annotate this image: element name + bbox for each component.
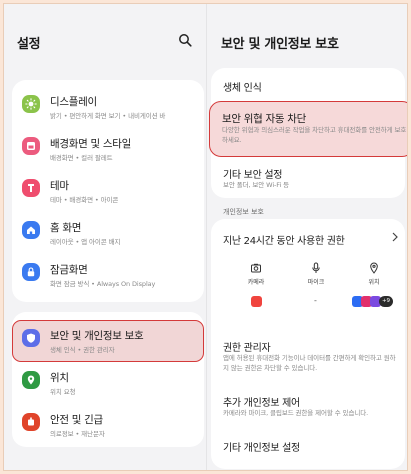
other-security-item[interactable]: 기타 보안 설정 보안 폴더, 보안 Wi-Fi 등 [207, 162, 407, 196]
other-security-sub: 보안 폴더, 보안 Wi-Fi 등 [223, 181, 289, 189]
sidebar-item-sub: 레이아웃 • 앱 아이콘 배지 [50, 238, 121, 246]
sidebar-item-safety[interactable]: 안전 및 긴급 의료정보 • 재난문자 [12, 406, 204, 446]
sun-icon [22, 95, 40, 113]
mic-empty-dash: - [314, 296, 317, 305]
chevron-right-icon[interactable] [391, 232, 399, 242]
extra-controls-sub: 카메라와 마이크, 클립보드 권한을 제어할 수 있습니다. [223, 409, 369, 417]
sidebar-item-lock-screen[interactable]: 잠금화면 화면 잠금 방식 • Always On Display [12, 256, 204, 296]
sidebar-item-theme[interactable]: 테마 테마 • 배경화면 • 아이콘 [12, 172, 204, 212]
sidebar-item-sub: 화면 잠금 방식 • Always On Display [50, 280, 156, 288]
camera-app-icon [251, 296, 262, 307]
sidebar-item-label: 배경화면 및 스타일 [50, 138, 131, 150]
perm-label: 위치 [368, 279, 380, 286]
location-pin-icon [370, 262, 378, 274]
privacy-card: 지난 24시간 동안 사용한 권한 카메라 마이크 위치 - +9 권한 관리자… [211, 219, 405, 469]
settings-window: 설정 디스플레이 밝기 • 편안하게 화면 보기 • 내비게이션 바 배경화면 … [3, 3, 408, 471]
sidebar-item-sub: 배경화면 • 컬러 팔레트 [50, 154, 113, 162]
sidebar-item-label: 안전 및 긴급 [50, 414, 103, 426]
camera-icon [251, 263, 261, 273]
page-title: 보안 및 개인정보 보호 [221, 37, 339, 52]
settings-list-pane: 설정 디스플레이 밝기 • 편안하게 화면 보기 • 내비게이션 바 배경화면 … [4, 4, 206, 470]
sidebar-item-sub: 생체 인식 • 권한 관리자 [50, 346, 115, 354]
other-security-title: 기타 보안 설정 [223, 170, 283, 181]
sidebar-item-security[interactable]: 보안 및 개인정보 보호 생체 인식 • 권한 관리자 [12, 322, 204, 362]
theme-icon [22, 179, 40, 197]
sidebar-item-label: 디스플레이 [50, 96, 97, 108]
sidebar-item-location[interactable]: 위치 위치 요청 [12, 364, 204, 404]
privacy-section-label: 개인정보 보호 [223, 208, 264, 216]
sidebar-item-label: 위치 [50, 372, 69, 384]
extra-privacy-controls-item[interactable]: 추가 개인정보 제어 카메라와 마이크, 클립보드 권한을 제어할 수 있습니다… [211, 389, 405, 423]
last24-title[interactable]: 지난 24시간 동안 사용한 권한 [223, 232, 345, 247]
shield-icon [22, 329, 40, 347]
sidebar-item-sub: 의료정보 • 재난문자 [50, 430, 105, 438]
emergency-icon [22, 413, 40, 431]
perm-camera[interactable]: 카메라 [236, 262, 276, 286]
sidebar-item-display[interactable]: 디스플레이 밝기 • 편안하게 화면 보기 • 내비게이션 바 [12, 88, 204, 128]
home-icon [22, 221, 40, 239]
auto-block-sub: 다양한 위협과 의심스러운 작업을 차단하고 휴대전화를 안전하게 보호하세요. [222, 126, 407, 144]
sidebar-item-label: 잠금화면 [50, 264, 88, 276]
location-icon [22, 371, 40, 389]
auto-block-highlight[interactable]: 보안 위협 자동 차단 다양한 위협과 의심스러운 작업을 차단하고 휴대전화를… [209, 101, 407, 157]
permission-manager-item[interactable]: 권한 관리자 앱에 허용된 휴대전화 기능이나 데이터를 간편하게 확인하고 원… [211, 337, 405, 379]
sidebar-item-label: 테마 [50, 180, 69, 192]
perm-label: 카메라 [247, 279, 265, 286]
sidebar-item-sub: 밝기 • 편안하게 화면 보기 • 내비게이션 바 [50, 112, 166, 120]
settings-title: 설정 [17, 37, 41, 52]
sidebar-item-label: 홈 화면 [50, 222, 82, 234]
perm-location[interactable]: 위치 [354, 262, 394, 286]
perm-label: 마이크 [307, 279, 325, 286]
security-detail-pane: 보안 및 개인정보 보호 생체 인식 보안 위협 자동 차단 다양한 위협과 의… [207, 4, 407, 470]
extra-controls-title: 추가 개인정보 제어 [223, 398, 300, 409]
other-privacy-settings-item[interactable]: 기타 개인정보 설정 [223, 439, 300, 454]
perm-manager-sub: 앱에 허용된 휴대전화 기능이나 데이터를 간편하게 확인하고 원하지 않는 권… [223, 354, 396, 372]
microphone-icon [312, 262, 320, 273]
sidebar-item-label: 보안 및 개인정보 보호 [50, 330, 144, 342]
search-icon[interactable] [178, 33, 192, 47]
auto-block-title: 보안 위협 자동 차단 [222, 113, 306, 125]
sidebar-item-sub: 위치 요청 [50, 388, 76, 396]
display-group-card: 디스플레이 밝기 • 편안하게 화면 보기 • 내비게이션 바 배경화면 및 스… [12, 80, 204, 302]
perm-microphone[interactable]: 마이크 [296, 262, 336, 286]
sidebar-item-sub: 테마 • 배경화면 • 아이콘 [50, 196, 119, 204]
more-apps-badge: +9 [379, 296, 393, 307]
lock-icon [22, 263, 40, 281]
sidebar-item-wallpaper[interactable]: 배경화면 및 스타일 배경화면 • 컬러 팔레트 [12, 130, 204, 170]
palette-icon [22, 137, 40, 155]
sidebar-item-home-screen[interactable]: 홈 화면 레이아웃 • 앱 아이콘 배지 [12, 214, 204, 254]
biometrics-item[interactable]: 생체 인식 [223, 79, 262, 94]
perm-manager-title: 권한 관리자 [223, 343, 271, 354]
